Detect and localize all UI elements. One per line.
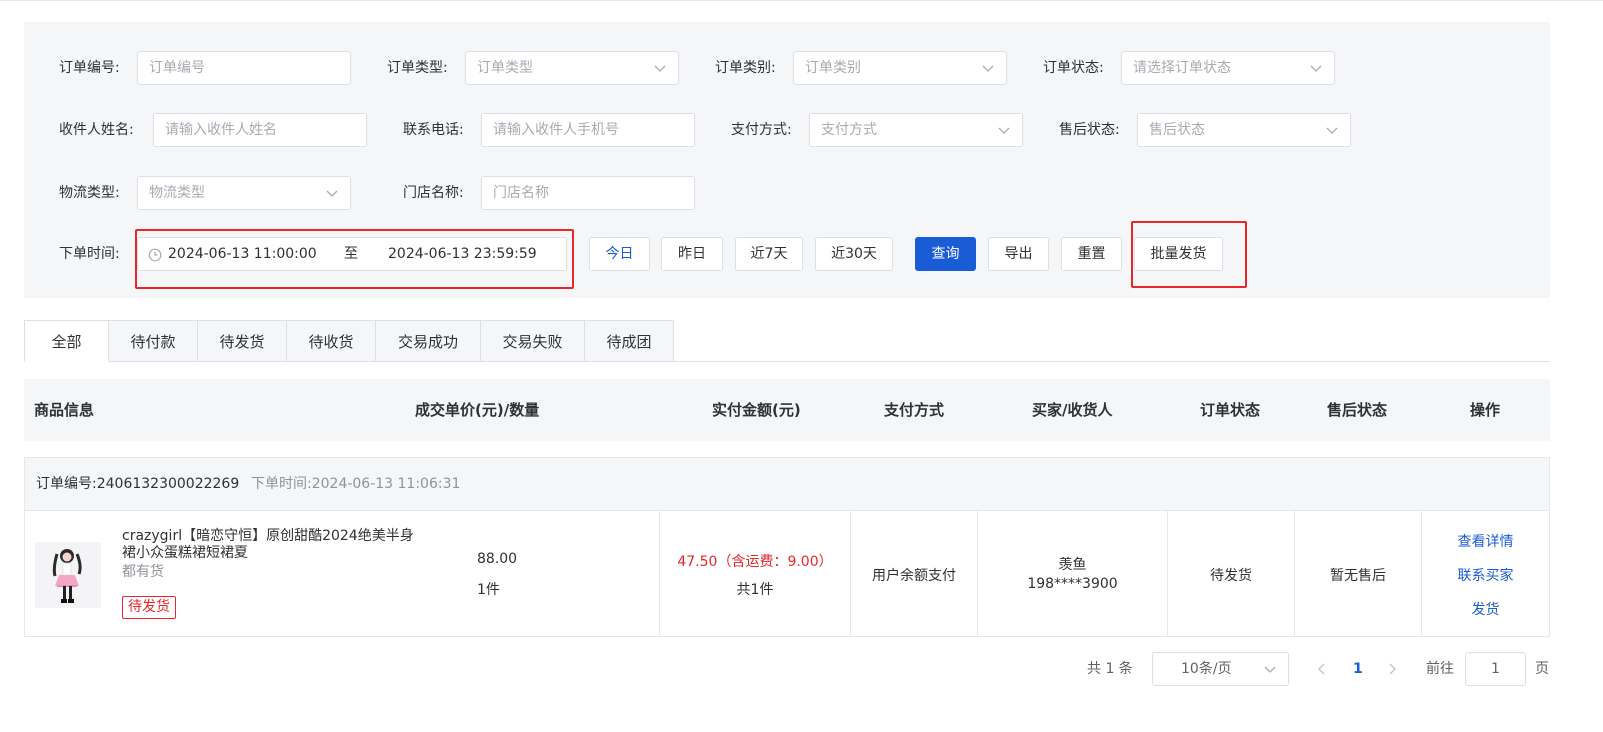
after-sale-label: 售后状态: (1059, 122, 1120, 138)
order-type-label: 订单类型: (387, 60, 448, 76)
col-divider (659, 511, 660, 636)
chevron-down-icon (982, 65, 994, 72)
product-thumbnail[interactable] (35, 542, 101, 608)
chevron-down-icon (654, 65, 666, 72)
tab-pending-group[interactable]: 待成团 (585, 320, 674, 362)
tab-pending-receipt[interactable]: 待收货 (287, 320, 376, 362)
order-type-select[interactable]: 订单类型 (465, 51, 679, 85)
after-sale-placeholder: 售后状态 (1149, 122, 1205, 138)
order-tabs: 全部 待付款 待发货 待收货 交易成功 交易失败 待成团 (24, 320, 674, 362)
phone-label: 联系电话: (403, 122, 464, 138)
phone-placeholder: 请输入收件人手机号 (493, 122, 619, 138)
th-buyer: 买家/收货人 (1032, 401, 1113, 419)
last-30-days-button[interactable]: 近30天 (815, 237, 893, 271)
highlight-box-date (135, 229, 574, 289)
unit-price: 88.00 (477, 551, 518, 567)
order-no-placeholder: 订单编号 (149, 60, 205, 76)
buyer-phone: 198****3900 (1027, 576, 1118, 592)
store-label: 门店名称: (403, 185, 464, 201)
highlight-box-batch (1131, 221, 1247, 288)
chevron-down-icon (1310, 65, 1322, 72)
prev-page-icon[interactable] (1316, 663, 1328, 675)
order-status-placeholder: 请选择订单状态 (1133, 60, 1231, 76)
order-category-label: 订单类别: (715, 60, 776, 76)
paid-amount: 47.50（含运费：9.00） (677, 554, 833, 570)
order-category-select[interactable]: 订单类别 (793, 51, 1007, 85)
store-placeholder: 门店名称 (493, 185, 549, 201)
yesterday-button[interactable]: 昨日 (661, 237, 723, 271)
export-button[interactable]: 导出 (988, 237, 1049, 271)
receiver-name-placeholder: 请输入收件人姓名 (165, 122, 277, 138)
chevron-down-icon (326, 190, 338, 197)
after-sale-status: 暂无售后 (1330, 568, 1386, 584)
th-after-sale-status: 售后状态 (1327, 401, 1388, 419)
chevron-down-icon (998, 127, 1010, 134)
top-divider (0, 0, 1603, 1)
chevron-down-icon (1264, 666, 1276, 673)
order-time-label: 下单时间: (59, 246, 120, 262)
payment-method: 用户余额支付 (872, 568, 956, 584)
th-product: 商品信息 (34, 401, 95, 419)
page-size-value: 10条/页 (1181, 661, 1232, 677)
view-detail-link[interactable]: 查看详情 (1422, 531, 1549, 551)
contact-buyer-link[interactable]: 联系买家 (1422, 565, 1549, 585)
next-page-icon[interactable] (1386, 663, 1398, 675)
th-unit-price-qty: 成交单价(元)/数量 (415, 401, 540, 419)
payment-placeholder: 支付方式 (821, 122, 877, 138)
pagination-total: 共 1 条 (1087, 661, 1133, 677)
today-button[interactable]: 今日 (589, 237, 650, 271)
order-status: 待发货 (1210, 568, 1252, 584)
after-sale-select[interactable]: 售后状态 (1137, 113, 1351, 147)
th-paid-amount: 实付金额(元) (712, 401, 801, 419)
product-title[interactable]: crazygirl【暗恋守恒】原创甜酷2024绝美半身裙小众蛋糕裙短裙夏 (122, 528, 422, 562)
tab-pending-payment[interactable]: 待付款 (109, 320, 198, 362)
page-suffix: 页 (1535, 661, 1549, 677)
logistics-placeholder: 物流类型 (149, 185, 205, 201)
logistics-label: 物流类型: (59, 185, 120, 201)
chevron-down-icon (1326, 127, 1338, 134)
th-payment-method: 支付方式 (884, 401, 945, 419)
logistics-select[interactable]: 物流类型 (137, 176, 351, 210)
th-actions: 操作 (1470, 401, 1501, 419)
phone-input[interactable]: 请输入收件人手机号 (481, 113, 695, 147)
receiver-name-input[interactable]: 请输入收件人姓名 (153, 113, 367, 147)
current-page[interactable]: 1 (1353, 652, 1363, 686)
paid-item-count: 共1件 (736, 582, 774, 598)
order-no-label: 订单编号: (59, 60, 120, 76)
order-no-input[interactable]: 订单编号 (137, 51, 351, 85)
reset-button[interactable]: 重置 (1061, 237, 1122, 271)
page-size-select[interactable]: 10条/页 (1152, 652, 1289, 686)
store-input[interactable]: 门店名称 (481, 176, 695, 210)
query-button[interactable]: 查询 (915, 237, 976, 271)
order-time: 下单时间:2024-06-13 11:06:31 (251, 476, 461, 492)
tab-all[interactable]: 全部 (24, 320, 109, 362)
order-row-header: 订单编号:2406132300022269 下单时间:2024-06-13 11… (25, 458, 1549, 511)
order-row: 订单编号:2406132300022269 下单时间:2024-06-13 11… (24, 457, 1550, 637)
th-order-status: 订单状态 (1200, 401, 1261, 419)
goto-page-input[interactable]: 1 (1465, 652, 1526, 686)
receiver-name-label: 收件人姓名: (59, 122, 134, 138)
ship-link[interactable]: 发货 (1422, 599, 1549, 619)
product-subtitle: 都有货 (122, 564, 164, 580)
tab-pending-shipment[interactable]: 待发货 (198, 320, 287, 362)
quantity: 1件 (477, 582, 500, 598)
order-type-placeholder: 订单类型 (477, 60, 533, 76)
order-status-label: 订单状态: (1043, 60, 1104, 76)
table-header: 商品信息 成交单价(元)/数量 实付金额(元) 支付方式 买家/收货人 订单状态… (24, 379, 1550, 441)
order-number: 订单编号:2406132300022269 (36, 476, 240, 492)
order-status-select[interactable]: 请选择订单状态 (1121, 51, 1335, 85)
buyer-name: 羡鱼 (1058, 557, 1087, 573)
order-category-placeholder: 订单类别 (805, 60, 861, 76)
payment-label: 支付方式: (731, 122, 792, 138)
payment-select[interactable]: 支付方式 (809, 113, 1023, 147)
tab-success[interactable]: 交易成功 (376, 320, 481, 362)
product-status-tag: 待发货 (122, 596, 176, 619)
last-7-days-button[interactable]: 近7天 (735, 237, 803, 271)
goto-label: 前往 (1426, 661, 1454, 677)
tab-failed[interactable]: 交易失败 (481, 320, 585, 362)
